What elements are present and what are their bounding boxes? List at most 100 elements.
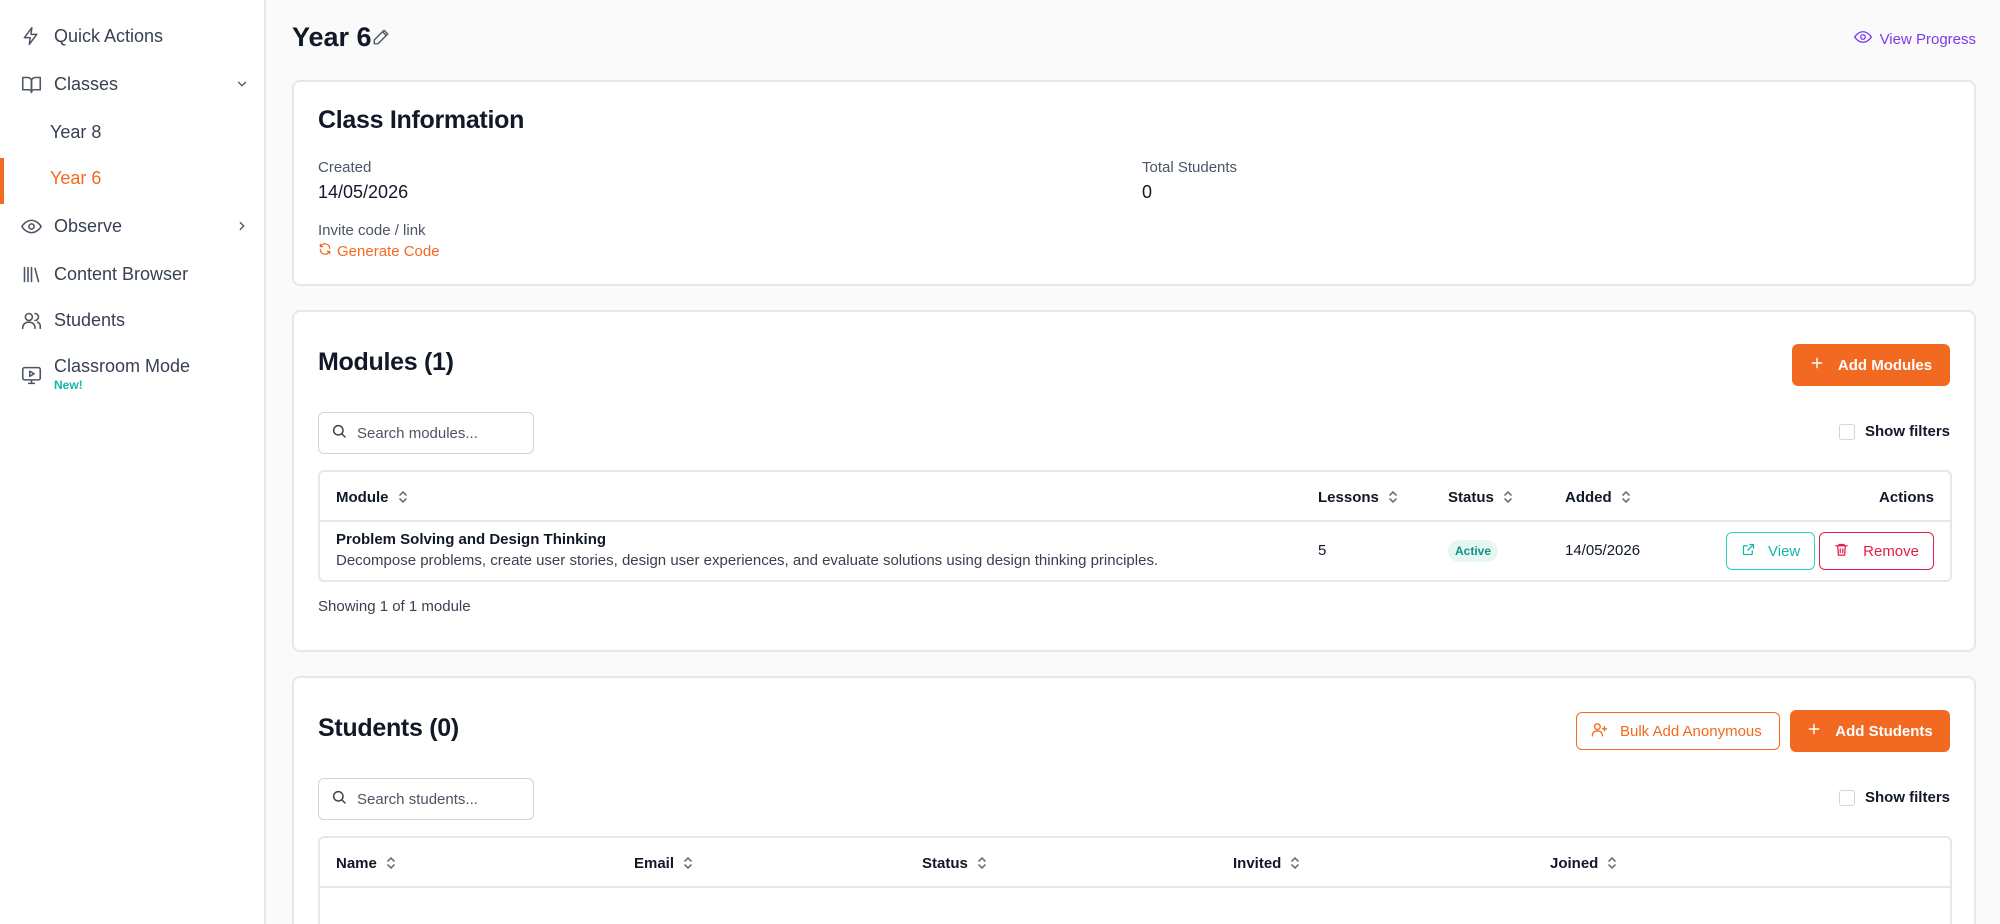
column-actions: Actions (1879, 472, 1934, 522)
search-modules[interactable] (318, 412, 534, 454)
column-name[interactable]: Name (336, 838, 397, 888)
users-icon (20, 309, 42, 331)
sidebar-item-label: Content Browser (54, 263, 189, 284)
sidebar-item-content-browser[interactable]: Content Browser (0, 254, 264, 294)
sidebar-item-label: Students (54, 309, 126, 330)
modules-table: Module Lessons Status Added Actions Prob… (318, 470, 1952, 582)
sidebar-item-label: Observe (54, 215, 123, 236)
sidebar-item-label: Classes (54, 73, 119, 94)
module-lessons: 5 (1318, 542, 1327, 559)
column-label: Joined (1550, 854, 1599, 872)
user-plus-icon (1591, 721, 1608, 742)
column-added[interactable]: Added (1565, 472, 1632, 522)
module-title[interactable]: Problem Solving and Design Thinking (336, 531, 606, 548)
column-invited[interactable]: Invited (1233, 838, 1301, 888)
show-filters-label: Show filters (1864, 789, 1950, 806)
invite-code-label: Invite code / link (318, 222, 426, 239)
table-row: Problem Solving and Design Thinking Deco… (320, 522, 1950, 580)
column-joined[interactable]: Joined (1550, 838, 1618, 888)
sort-icon (1387, 490, 1399, 504)
remove-module-button[interactable]: Remove (1819, 532, 1934, 570)
chevron-down-icon[interactable] (234, 76, 250, 92)
column-lessons[interactable]: Lessons (1318, 472, 1399, 522)
column-label: Status (1448, 488, 1494, 506)
column-label: Email (634, 854, 675, 872)
show-filters-checkbox[interactable] (1838, 423, 1855, 440)
trash-icon (1834, 542, 1849, 561)
remove-label: Remove (1863, 542, 1919, 560)
add-modules-label: Add Modules (1837, 356, 1933, 374)
sidebar-item-classes[interactable]: Classes (0, 64, 264, 104)
total-students-label: Total Students (1142, 159, 1238, 176)
show-filters-label: Show filters (1864, 423, 1950, 440)
add-students-label: Add Students (1835, 722, 1933, 740)
class-label: Year 6 (50, 167, 102, 188)
eye-icon (1853, 28, 1872, 50)
class-information-heading: Class Information (318, 106, 525, 134)
sidebar-item-classroom-mode[interactable]: Classroom Mode (0, 346, 264, 386)
modules-table-header: Module Lessons Status Added Actions (320, 472, 1950, 522)
plus-icon (1810, 356, 1824, 374)
column-email[interactable]: Email (634, 838, 694, 888)
column-status[interactable]: Status (922, 838, 988, 888)
sort-icon (397, 490, 409, 504)
add-students-button[interactable]: Add Students (1790, 710, 1950, 752)
sidebar-class-year-8[interactable]: Year 8 (0, 112, 264, 152)
library-icon (20, 263, 42, 285)
plus-icon (1807, 722, 1821, 740)
column-label: Actions (1878, 488, 1934, 506)
external-link-icon (1741, 542, 1756, 561)
created-value: 14/05/2026 (318, 182, 409, 202)
column-label: Status (922, 854, 968, 872)
view-label: View (1768, 542, 1801, 560)
show-filters-checkbox[interactable] (1838, 789, 1855, 806)
modules-count: Showing 1 of 1 module (318, 598, 471, 615)
created-label: Created (318, 159, 372, 176)
modules-heading: Modules (1) (318, 348, 454, 376)
column-label: Added (1565, 488, 1612, 506)
generate-code-label: Generate Code (337, 242, 440, 260)
view-progress-link[interactable]: View Progress (1853, 28, 1976, 50)
column-label: Module (336, 488, 389, 506)
sidebar-class-year-6[interactable]: Year 6 (0, 158, 264, 204)
show-filters-toggle[interactable]: Show filters (1838, 423, 1950, 440)
new-badge: New! (54, 378, 83, 392)
eye-icon (20, 215, 42, 237)
sort-icon (1502, 490, 1514, 504)
presentation-icon (20, 364, 42, 386)
view-progress-label: View Progress (1879, 30, 1976, 48)
sidebar-item-students[interactable]: Students (0, 300, 264, 340)
search-icon (331, 423, 347, 444)
pencil-icon[interactable] (372, 28, 392, 48)
module-description: Decompose problems, create user stories,… (336, 552, 1159, 569)
search-students[interactable] (318, 778, 534, 820)
refresh-icon (318, 242, 332, 260)
sidebar-item-observe[interactable]: Observe (0, 206, 264, 246)
sidebar-item-label: Quick Actions (54, 25, 164, 46)
students-heading: Students (0) (318, 714, 459, 742)
bulk-add-anonymous-button[interactable]: Bulk Add Anonymous (1576, 712, 1780, 750)
class-information-card: Class Information Created 14/05/2026 Tot… (292, 80, 1976, 286)
sort-icon (385, 856, 397, 870)
students-table: Name Email Status Invited Joined (318, 836, 1952, 924)
column-module[interactable]: Module (336, 472, 409, 522)
sort-icon (1606, 856, 1618, 870)
search-students-input[interactable] (357, 790, 517, 808)
column-status[interactable]: Status (1448, 472, 1514, 522)
view-module-button[interactable]: View (1726, 532, 1816, 570)
show-filters-toggle[interactable]: Show filters (1838, 789, 1950, 806)
generate-code-button[interactable]: Generate Code (318, 242, 440, 260)
lightning-icon (20, 25, 42, 47)
sort-icon (1289, 856, 1301, 870)
search-modules-input[interactable] (357, 424, 517, 442)
sort-icon (976, 856, 988, 870)
column-label: Lessons (1318, 488, 1379, 506)
sidebar-item-quick-actions[interactable]: Quick Actions (0, 16, 264, 56)
bulk-add-label: Bulk Add Anonymous (1620, 722, 1762, 740)
chevron-right-icon[interactable] (234, 218, 250, 234)
total-students-value: 0 (1142, 182, 1153, 202)
search-icon (331, 789, 347, 810)
sidebar-item-label: Classroom Mode (54, 355, 191, 376)
students-card: Students (0) Bulk Add Anonymous Add Stud… (292, 676, 1976, 924)
add-modules-button[interactable]: Add Modules (1792, 344, 1950, 386)
